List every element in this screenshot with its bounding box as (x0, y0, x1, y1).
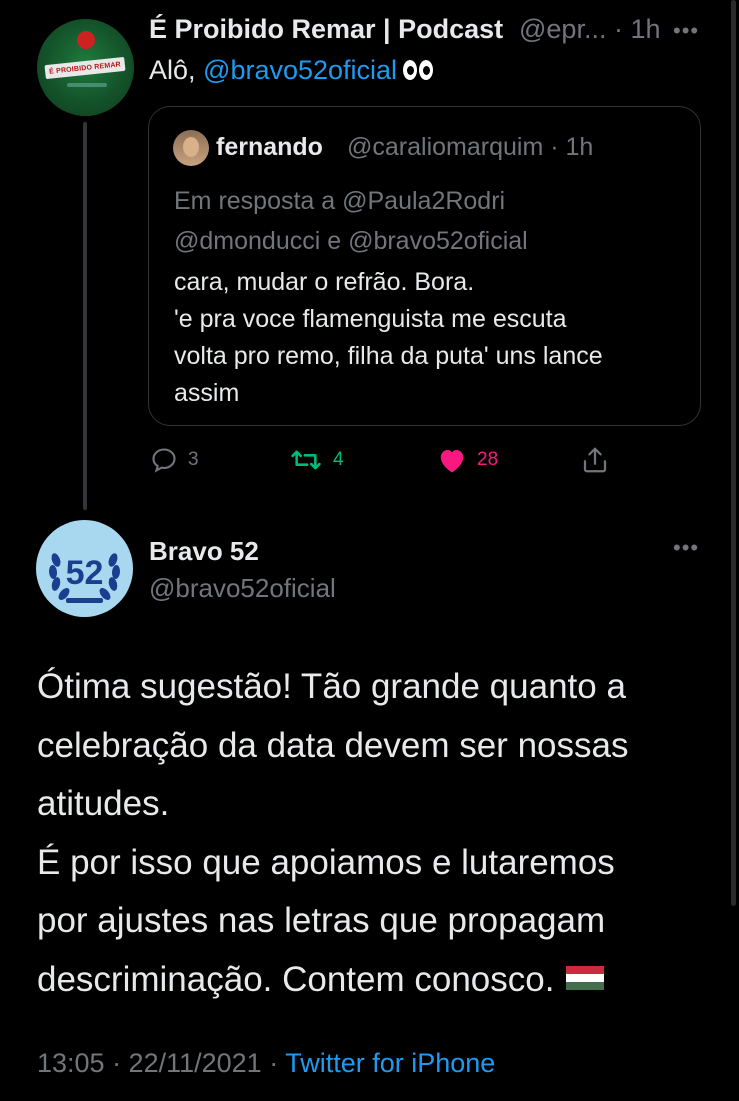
quoted-author-name: fernando (216, 133, 323, 161)
avatar-eproibidoremar[interactable]: É PROIBIDO REMAR (37, 19, 134, 116)
avatar-banner-text: É PROIBIDO REMAR (48, 60, 122, 76)
heart-icon (440, 450, 464, 473)
avatar2-text: 52 (66, 554, 104, 592)
mention-link[interactable]: @bravo52oficial (203, 55, 397, 85)
parent-author-handle[interactable]: @epr... (519, 14, 606, 44)
main-author-name[interactable]: Bravo 52 (149, 536, 259, 567)
reply-count: 3 (188, 449, 199, 470)
tweet-source-link[interactable]: Twitter for iPhone (285, 1048, 495, 1078)
main-tweet-text: Ótima sugestão! Tão grande quanto a cele… (37, 658, 727, 1009)
quoted-reply-to: Em resposta a @Paula2Rodri @dmonducci e … (174, 181, 684, 261)
main-text-line: por ajustes nas letras que propagam (37, 901, 606, 940)
quoted-text-line: volta pro remo, filha da puta' uns lance (174, 342, 603, 370)
quoted-reply-to-line2: @dmonducci e @bravo52oficial (174, 227, 528, 255)
like-button[interactable]: 28 (437, 445, 498, 475)
quoted-text-line: 'e pra voce flamenguista me escuta (174, 305, 567, 333)
main-text-line: atitudes. (37, 784, 170, 823)
main-text-line: Ótima sugestão! Tão grande quanto a (37, 667, 626, 706)
share-icon (583, 447, 607, 473)
retweet-button[interactable]: 4 (289, 445, 344, 475)
laurel-wreath-logo: 52 (48, 553, 121, 603)
reply-icon (152, 448, 176, 473)
reply-button[interactable]: 3 (150, 445, 199, 475)
main-text-line: É por isso que apoiamos e lutaremos (37, 842, 615, 882)
main-text-line: celebração da data devem ser nossas (37, 725, 629, 765)
tweet-footer: 13:05 · 22/11/2021 · Twitter for iPhone (37, 1048, 495, 1079)
avatar-bravo52[interactable]: 52 (36, 520, 133, 617)
avatar-ball-graphic (77, 31, 95, 49)
eyes-emoji-icon (403, 56, 435, 87)
parent-text-prefix: Alô, (149, 55, 204, 85)
scrollbar[interactable] (731, 0, 736, 906)
quoted-author-handle-time: @caraliomarquim · 1h (347, 133, 593, 162)
avatar-subline (67, 83, 107, 87)
quoted-author-handle: @caraliomarquim (347, 133, 544, 161)
share-button[interactable] (580, 445, 610, 475)
parent-tweet-text: Alô, @bravo52oficial (149, 55, 435, 87)
parent-author-name[interactable]: É Proibido Remar | Podcast (149, 14, 503, 45)
more-options-icon[interactable]: ••• (673, 18, 699, 44)
quoted-text-line: assim (174, 379, 240, 407)
more-options-icon[interactable]: ••• (673, 535, 699, 561)
hungary-flag-icon (566, 966, 605, 991)
quoted-text-line: cara, mudar o refrão. Bora. (174, 268, 475, 296)
main-text-line-last: descriminação. Contem conosco. (37, 951, 727, 1010)
quoted-tweet-text: cara, mudar o refrão. Bora. 'e pra voce … (174, 264, 694, 412)
parent-time[interactable]: · 1h (614, 14, 661, 44)
quoted-time: · 1h (550, 133, 594, 161)
avatar-banner: É PROIBIDO REMAR (44, 56, 126, 80)
quoted-author-avatar[interactable] (173, 130, 209, 166)
retweet-count: 4 (333, 449, 344, 470)
parent-author-handle-time[interactable]: @epr... · 1h (519, 14, 661, 45)
like-count: 28 (477, 449, 499, 470)
main-text-line: descriminação. Contem conosco. (37, 959, 555, 999)
thread-connector-line (83, 122, 87, 510)
main-author-handle[interactable]: @bravo52oficial (149, 573, 336, 604)
quoted-reply-to-line1: Em resposta a @Paula2Rodri (174, 187, 506, 215)
retweet-icon (291, 450, 321, 470)
tweet-timestamp[interactable]: 13:05 · 22/11/2021 · (37, 1048, 285, 1078)
